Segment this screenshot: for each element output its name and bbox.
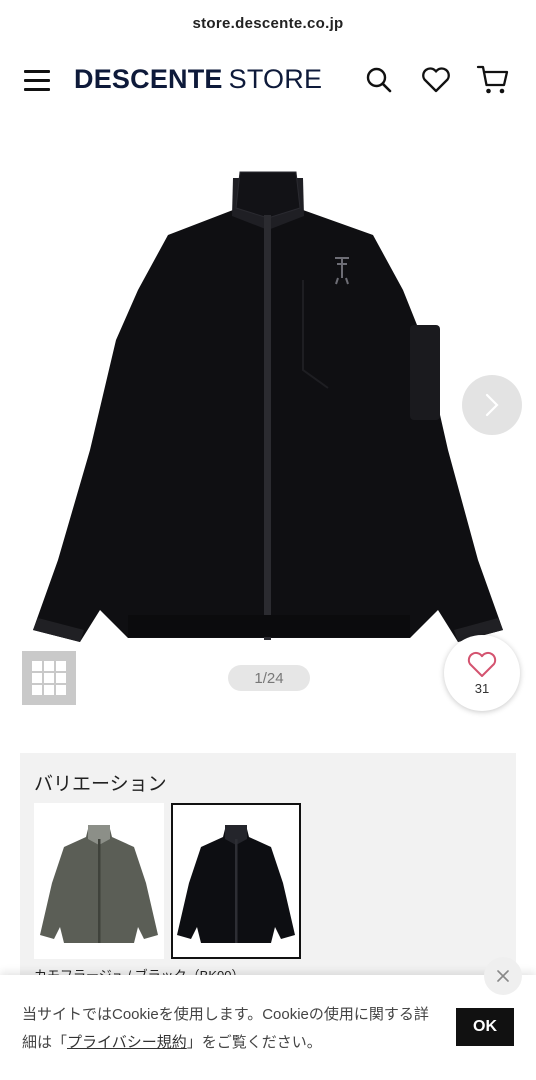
product-image[interactable] bbox=[28, 160, 508, 650]
close-icon[interactable] bbox=[484, 957, 522, 995]
hamburger-icon[interactable] bbox=[24, 68, 52, 92]
site-logo[interactable]: DESCENTE STORE bbox=[74, 64, 322, 95]
cookie-text-after: 」をご覧ください。 bbox=[186, 1034, 322, 1051]
grid-icon bbox=[32, 661, 66, 695]
brand-name: DESCENTE bbox=[74, 64, 223, 94]
chevron-right-icon bbox=[485, 393, 499, 417]
search-icon[interactable] bbox=[362, 63, 396, 97]
grid-view-button[interactable] bbox=[22, 651, 76, 705]
cart-icon[interactable] bbox=[476, 63, 510, 97]
cookie-banner: 当サイトではCookieを使用します。Cookieの使用に関する詳細は「プライバ… bbox=[0, 957, 536, 1080]
site-header: DESCENTE STORE bbox=[0, 50, 536, 112]
image-pager: 1/24 bbox=[228, 665, 310, 691]
url-bar[interactable]: store.descente.co.jp bbox=[0, 0, 536, 46]
brand-store-label: STORE bbox=[228, 64, 323, 94]
variation-section: バリエーション カモフラージュ / ブラック（BK00） bbox=[20, 753, 516, 993]
variation-thumbnail bbox=[177, 825, 295, 943]
privacy-policy-link[interactable]: プライバシー規約 bbox=[67, 1034, 187, 1051]
variation-option-selected[interactable] bbox=[171, 803, 301, 959]
url-text: store.descente.co.jp bbox=[192, 14, 344, 32]
heart-icon[interactable] bbox=[419, 63, 453, 97]
cookie-ok-button[interactable]: OK bbox=[456, 1008, 514, 1046]
favorite-count: 31 bbox=[474, 680, 490, 696]
heart-icon bbox=[467, 651, 497, 677]
variation-option[interactable] bbox=[34, 803, 164, 959]
variation-title: バリエーション bbox=[34, 774, 167, 795]
favorite-button[interactable]: 31 bbox=[444, 635, 520, 711]
variation-thumbnail bbox=[40, 825, 158, 943]
next-image-button[interactable] bbox=[462, 375, 522, 435]
cookie-message: 当サイトではCookieを使用します。Cookieの使用に関する詳細は「プライバ… bbox=[22, 1001, 442, 1057]
